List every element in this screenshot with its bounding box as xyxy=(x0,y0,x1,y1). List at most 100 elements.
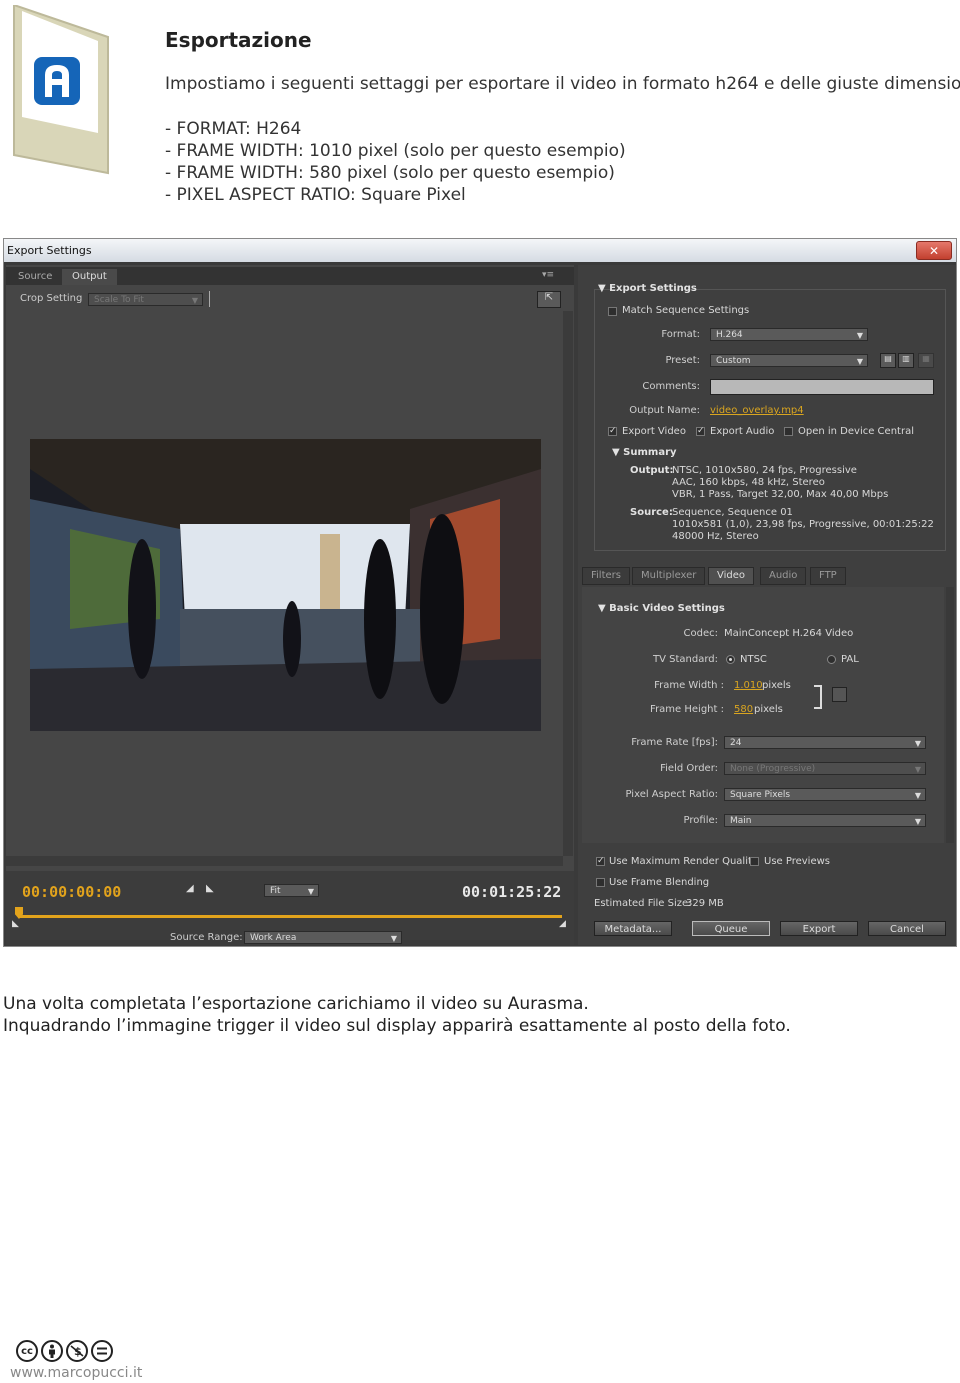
format-value: H.264 xyxy=(716,330,743,340)
set-out-point-icon[interactable]: ◣ xyxy=(206,883,214,894)
work-area-bar[interactable] xyxy=(18,915,562,918)
ntsc-radio[interactable] xyxy=(726,655,735,664)
source-range-dropdown[interactable]: Work Area ▼ xyxy=(244,931,402,944)
comments-label: Comments: xyxy=(642,381,700,392)
comments-input[interactable] xyxy=(710,379,934,395)
summary-output-line: VBR, 1 Pass, Target 32,00, Max 40,00 Mbp… xyxy=(672,489,889,500)
tab-source[interactable]: Source xyxy=(8,269,62,285)
output-name-link[interactable]: video_overlay.mp4 xyxy=(710,405,804,416)
window-title: Export Settings xyxy=(7,244,92,257)
frame-blending-label: Use Frame Blending xyxy=(609,877,710,888)
metadata-button[interactable]: Metadata... xyxy=(594,921,672,936)
summary-source-line: Sequence, Sequence 01 xyxy=(672,507,793,518)
panel-menu-icon[interactable]: ▾≡ xyxy=(542,270,560,282)
settings-item: - FRAME WIDTH: 580 pixel (solo per quest… xyxy=(165,163,615,183)
frame-height-label: Frame Height : xyxy=(650,704,724,715)
preset-dropdown[interactable]: Custom ▼ xyxy=(710,354,868,367)
profile-dropdown[interactable]: Main ▼ xyxy=(724,814,926,827)
nc-icon: $ xyxy=(66,1340,88,1362)
zoom-fit-dropdown[interactable]: Fit ▼ xyxy=(264,884,319,897)
summary-output-label: Output: xyxy=(630,465,674,476)
ntsc-label: NTSC xyxy=(740,654,767,665)
out-marker-icon[interactable]: ◢ xyxy=(559,919,566,929)
set-in-point-icon[interactable]: ◢ xyxy=(186,883,194,894)
source-range-label: Source Range: xyxy=(170,932,243,943)
close-button[interactable]: ✕ xyxy=(916,241,952,260)
frame-blending-checkbox[interactable] xyxy=(596,878,605,887)
crop-setting-value: Scale To Fit xyxy=(94,295,144,305)
crop-toggle-icon[interactable]: ⇱ xyxy=(537,291,561,308)
outro-line: Inquadrando l’immagine trigger il video … xyxy=(3,1016,791,1036)
outro-line: Una volta completata l’esportazione cari… xyxy=(3,994,589,1014)
preset-label: Preset: xyxy=(665,355,700,366)
max-render-checkbox[interactable]: ✓ xyxy=(596,857,605,866)
constrain-proportions-icon[interactable] xyxy=(832,687,847,702)
file-size-value: 329 MB xyxy=(686,898,724,909)
basic-video-header[interactable]: ▼ Basic Video Settings xyxy=(598,603,725,614)
summary-header[interactable]: ▼ Summary xyxy=(612,447,677,458)
left-tabbar: Source Output ▾≡ xyxy=(6,267,574,285)
use-previews-checkbox[interactable] xyxy=(750,857,759,866)
use-previews-label: Use Previews xyxy=(764,856,830,867)
save-preset-icon[interactable]: ▤ xyxy=(880,353,896,368)
video-settings-scrollbar[interactable] xyxy=(946,587,954,843)
export-settings-header[interactable]: ▼ Export Settings xyxy=(598,283,697,294)
settings-item: - FRAME WIDTH: 1010 pixel (solo per ques… xyxy=(165,141,626,161)
format-dropdown[interactable]: H.264 ▼ xyxy=(710,328,868,341)
export-button[interactable]: Export xyxy=(780,921,858,936)
timecode-start[interactable]: 00:00:00:00 xyxy=(22,883,121,901)
link-bracket-icon xyxy=(814,685,822,709)
chevron-down-icon: ▼ xyxy=(914,817,921,826)
profile-label: Profile: xyxy=(683,815,718,826)
delete-preset-icon[interactable]: ▦ xyxy=(918,353,934,368)
tab-video[interactable]: Video xyxy=(708,567,755,585)
in-marker-icon[interactable]: ◣ xyxy=(12,919,19,929)
tab-output[interactable]: Output xyxy=(62,269,117,285)
tab-audio[interactable]: Audio xyxy=(760,567,807,585)
tab-multiplexer[interactable]: Multiplexer xyxy=(632,567,706,585)
tab-ftp[interactable]: FTP xyxy=(810,567,846,585)
field-order-label: Field Order: xyxy=(660,763,718,774)
export-audio-checkbox[interactable]: ✓ xyxy=(696,427,705,436)
field-order-dropdown[interactable]: None (Progressive) ▼ xyxy=(724,762,926,775)
cancel-button[interactable]: Cancel xyxy=(868,921,946,936)
chevron-down-icon: ▼ xyxy=(856,331,863,340)
video-preview-image xyxy=(30,439,541,731)
horizontal-scrollbar[interactable] xyxy=(6,856,563,866)
page-title: Esportazione xyxy=(165,28,312,52)
max-render-label: Use Maximum Render Quality xyxy=(609,856,758,867)
tab-filters[interactable]: Filters xyxy=(582,567,630,585)
summary-source-values: Sequence, Sequence 01 1010x581 (1,0), 23… xyxy=(672,507,934,543)
frame-rate-dropdown[interactable]: 24 ▼ xyxy=(724,736,926,749)
creative-commons-badge: cc $ xyxy=(16,1340,113,1362)
summary-source-line: 48000 Hz, Stereo xyxy=(672,531,759,542)
summary-output-values: NTSC, 1010x580, 24 fps, Progressive AAC,… xyxy=(672,465,888,501)
export-video-checkbox[interactable]: ✓ xyxy=(608,427,617,436)
format-label: Format: xyxy=(661,329,700,340)
frame-width-value[interactable]: 1.010 xyxy=(734,680,763,691)
crop-setting-dropdown[interactable]: Scale To Fit ▼ xyxy=(88,293,203,306)
frame-rate-label: Frame Rate [fps]: xyxy=(631,737,718,748)
pixel-aspect-value: Square Pixels xyxy=(730,790,791,800)
device-central-label: Open in Device Central xyxy=(798,426,914,437)
frame-height-value[interactable]: 580 xyxy=(734,704,753,715)
codec-value: MainConcept H.264 Video xyxy=(724,628,854,639)
frame-width-unit: pixels xyxy=(762,680,791,691)
import-preset-icon[interactable]: ▥ xyxy=(898,353,914,368)
codec-label: Codec: xyxy=(683,628,718,639)
export-settings-window: Export Settings ✕ Source Output ▾≡ Crop … xyxy=(3,238,957,947)
aurasma-logo xyxy=(13,5,109,175)
settings-tabbar: Filters Multiplexer Video Audio FTP xyxy=(582,567,954,585)
crop-setting-label: Crop Setting xyxy=(20,293,83,304)
device-central-checkbox[interactable] xyxy=(784,427,793,436)
by-icon xyxy=(41,1340,63,1362)
pal-radio[interactable] xyxy=(827,655,836,664)
intro-text: Impostiamo i seguenti settaggi per espor… xyxy=(165,74,960,94)
pixel-aspect-dropdown[interactable]: Square Pixels ▼ xyxy=(724,788,926,801)
vertical-scrollbar[interactable] xyxy=(563,311,573,856)
match-sequence-checkbox[interactable] xyxy=(608,307,617,316)
footer-url[interactable]: www.marcopucci.it xyxy=(10,1365,142,1381)
timecode-end: 00:01:25:22 xyxy=(462,883,562,901)
queue-button[interactable]: Queue xyxy=(692,921,770,936)
tv-standard-label: TV Standard: xyxy=(653,654,718,665)
